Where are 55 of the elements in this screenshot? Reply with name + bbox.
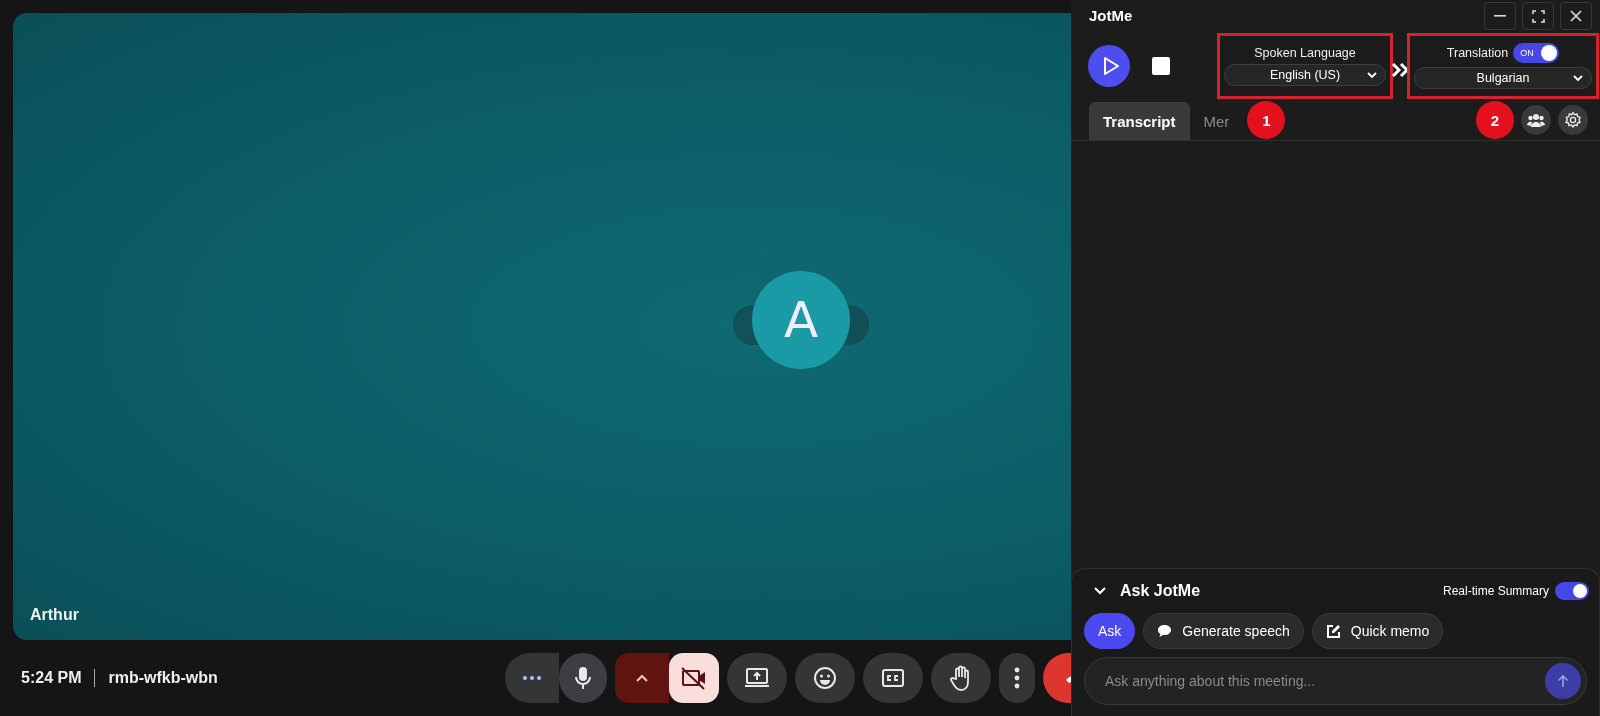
people-icon [1527,113,1545,127]
collapse-chevron-icon[interactable] [1094,587,1106,595]
realtime-summary-label: Real-time Summary [1442,584,1549,598]
translation-label: Translation [1446,46,1509,60]
caret-icon [1367,72,1377,79]
edit-icon [1325,623,1341,639]
callout-badge: 1 [1247,101,1286,139]
realtime-summary-toggle[interactable] [1555,582,1589,600]
expand-icon [1531,9,1545,23]
caret-icon [1573,75,1583,82]
meeting-code: rmb-wfkb-wbn [108,669,218,687]
smiley-icon [813,666,837,690]
vertical-dots-icon [1014,667,1020,689]
settings-button[interactable] [1558,105,1588,135]
settings-icon [1564,111,1582,129]
avatar: A [752,271,850,369]
microphone-icon [574,666,592,690]
captions-button[interactable] [863,653,923,703]
participants-button[interactable] [1521,105,1551,135]
minimize-icon [1494,15,1506,17]
speech-bubble-icon [1157,624,1173,638]
hand-icon [950,665,972,691]
play-button[interactable] [1088,45,1130,87]
minimize-button[interactable] [1484,2,1516,30]
camera-off-button[interactable] [669,653,719,703]
dots-icon [522,675,542,681]
microphone-button[interactable] [559,653,607,703]
chevron-up-icon [635,673,649,683]
target-language-select[interactable]: Bulgarian [1414,67,1592,89]
meeting-time: 5:24 PM [21,669,82,687]
tab[interactable]: Mer [1189,102,1244,140]
ask-button[interactable]: Ask [1084,613,1136,649]
ask-title: Ask JotMe [1120,582,1201,600]
raise-hand-button[interactable] [931,653,991,703]
fullscreen-button[interactable] [1522,2,1554,30]
spoken-language-select[interactable]: English (US) [1224,64,1386,86]
generate-speech-button[interactable]: Generate speech [1143,613,1304,649]
quick-memo-button[interactable]: Quick memo [1311,613,1444,649]
ask-input-field[interactable]: Ask anything about this meeting... [1084,657,1587,705]
close-button[interactable] [1560,2,1592,30]
captions-icon [881,668,905,688]
translation-toggle[interactable]: ON [1513,43,1560,63]
tab[interactable]: Transcript [1089,102,1190,140]
close-icon [1570,10,1582,22]
arrow-up-icon [1557,674,1569,688]
present-screen-button[interactable] [727,653,787,703]
app-title: JotMe [1089,6,1133,24]
present-screen-icon [744,667,770,689]
emoji-button[interactable] [795,653,855,703]
callout-badge: 2 [1476,101,1514,139]
play-icon [1101,56,1120,76]
camera-off-icon [680,666,708,690]
participant-name: Arthur [30,606,79,624]
spoken-language-label: Spoken Language [1254,46,1356,60]
more-menu-button[interactable] [999,653,1035,703]
